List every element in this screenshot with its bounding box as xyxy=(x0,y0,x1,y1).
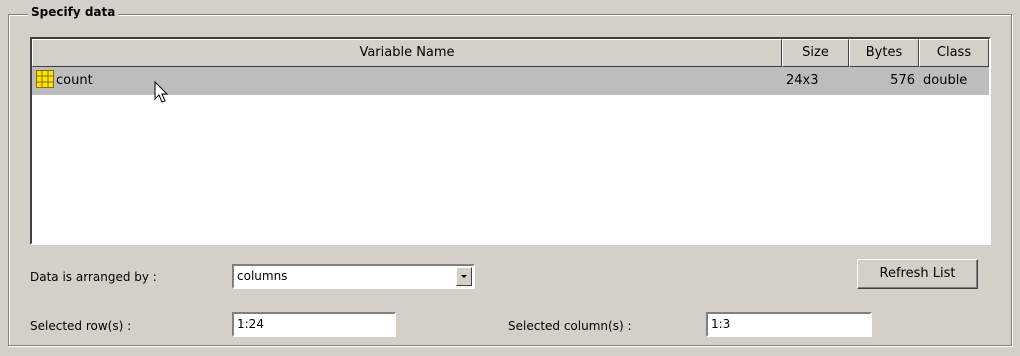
table-row[interactable]: count 24x3 576 double xyxy=(32,67,989,95)
mouse-cursor-icon xyxy=(154,81,169,103)
column-header-class[interactable]: Class xyxy=(919,39,989,67)
selected-columns-label: Selected column(s) : xyxy=(508,319,632,333)
refresh-list-button[interactable]: Refresh List xyxy=(857,259,978,289)
variable-name-cell: count xyxy=(32,67,782,95)
column-header-size[interactable]: Size xyxy=(782,39,849,67)
table-header: Variable Name Size Bytes Class xyxy=(32,39,989,67)
dropdown-button[interactable] xyxy=(456,267,472,286)
column-header-variable-name[interactable]: Variable Name xyxy=(32,39,782,67)
variable-table[interactable]: Variable Name Size Bytes Class count 24x… xyxy=(30,37,991,245)
group-title: Specify data xyxy=(28,5,119,19)
selected-columns-input[interactable]: 1:3 xyxy=(706,312,872,337)
variable-class: double xyxy=(923,73,968,88)
variable-name: count xyxy=(56,73,93,88)
variable-size: 24x3 xyxy=(786,73,819,88)
arrangement-value: columns xyxy=(237,269,288,283)
arrangement-label: Data is arranged by : xyxy=(30,270,157,284)
selected-rows-input[interactable]: 1:24 xyxy=(232,312,396,337)
arrangement-dropdown[interactable]: columns xyxy=(232,264,475,289)
matrix-variable-icon xyxy=(36,69,54,88)
chevron-down-icon xyxy=(461,275,467,278)
column-header-bytes[interactable]: Bytes xyxy=(849,39,919,67)
variable-bytes: 576 xyxy=(890,73,915,88)
selected-rows-label: Selected row(s) : xyxy=(30,319,132,333)
